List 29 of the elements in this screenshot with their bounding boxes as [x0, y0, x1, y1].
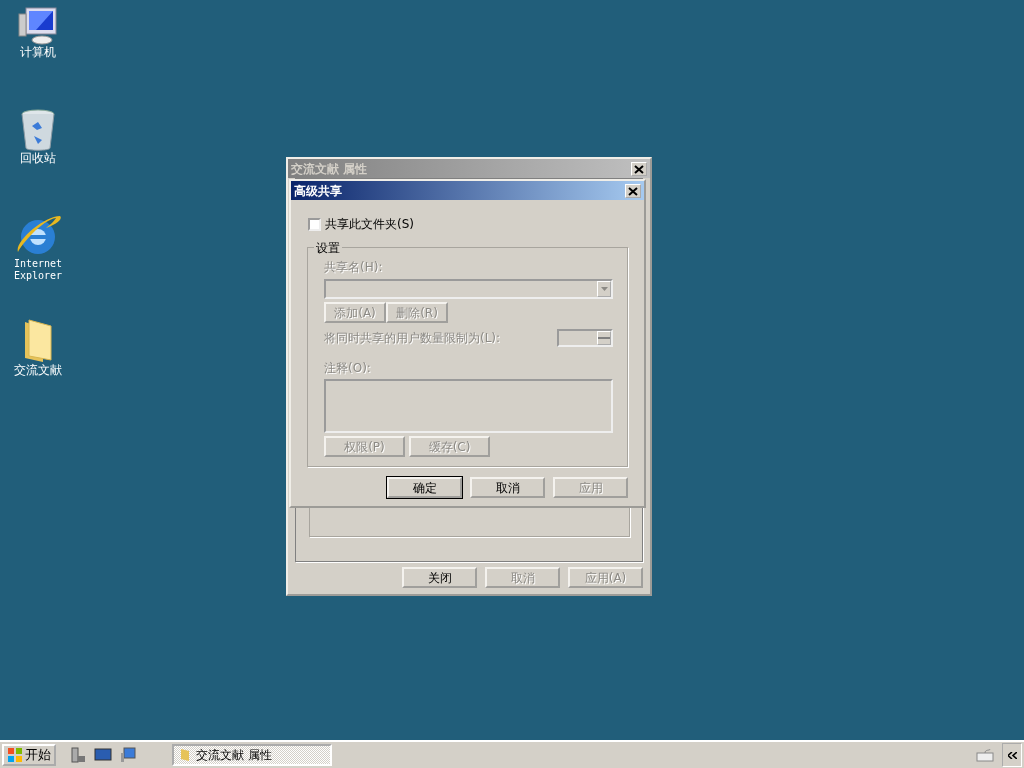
close-button[interactable] — [625, 183, 641, 198]
icon-label[interactable]: 计算机 — [4, 46, 72, 58]
close-button[interactable] — [631, 161, 647, 176]
windows-logo-icon — [7, 747, 23, 763]
window-title: 高级共享 — [294, 182, 342, 200]
computer-icon[interactable] — [16, 6, 60, 46]
dialog-button[interactable]: 取消 — [470, 477, 545, 498]
group-title: 设置 — [314, 239, 342, 257]
monitor-icon[interactable] — [120, 747, 136, 763]
field-label: 将同时共享的用户数量限制为(L): — [324, 330, 501, 347]
dialog-button[interactable]: 确定 — [387, 477, 462, 498]
folder-icon — [180, 748, 190, 762]
keyboard-icon[interactable] — [976, 748, 994, 762]
desktop-icon[interactable] — [94, 748, 112, 762]
field-label: 注释(O): — [324, 360, 372, 377]
recycle-bin-icon[interactable] — [20, 108, 56, 152]
dialog-button[interactable]: 关闭 — [402, 567, 477, 588]
start-button[interactable]: 开始 — [2, 744, 56, 766]
server-manager-icon[interactable] — [70, 747, 86, 763]
taskbar-button[interactable]: 交流文献 属性 — [172, 744, 332, 766]
window-title: 交流文献 属性 — [291, 160, 368, 178]
icon-label[interactable]: Internet Explorer — [4, 258, 72, 282]
double-chevron-icon — [1007, 752, 1017, 759]
checkbox-label[interactable]: 共享此文件夹(S) — [325, 215, 414, 233]
field-label: 共享名(H): — [324, 259, 384, 276]
checkbox[interactable] — [308, 217, 321, 231]
show-hidden-icons-button[interactable] — [1002, 743, 1022, 767]
icon-label[interactable]: 回收站 — [4, 152, 72, 164]
icon-label[interactable]: 交流文献 — [4, 364, 72, 376]
